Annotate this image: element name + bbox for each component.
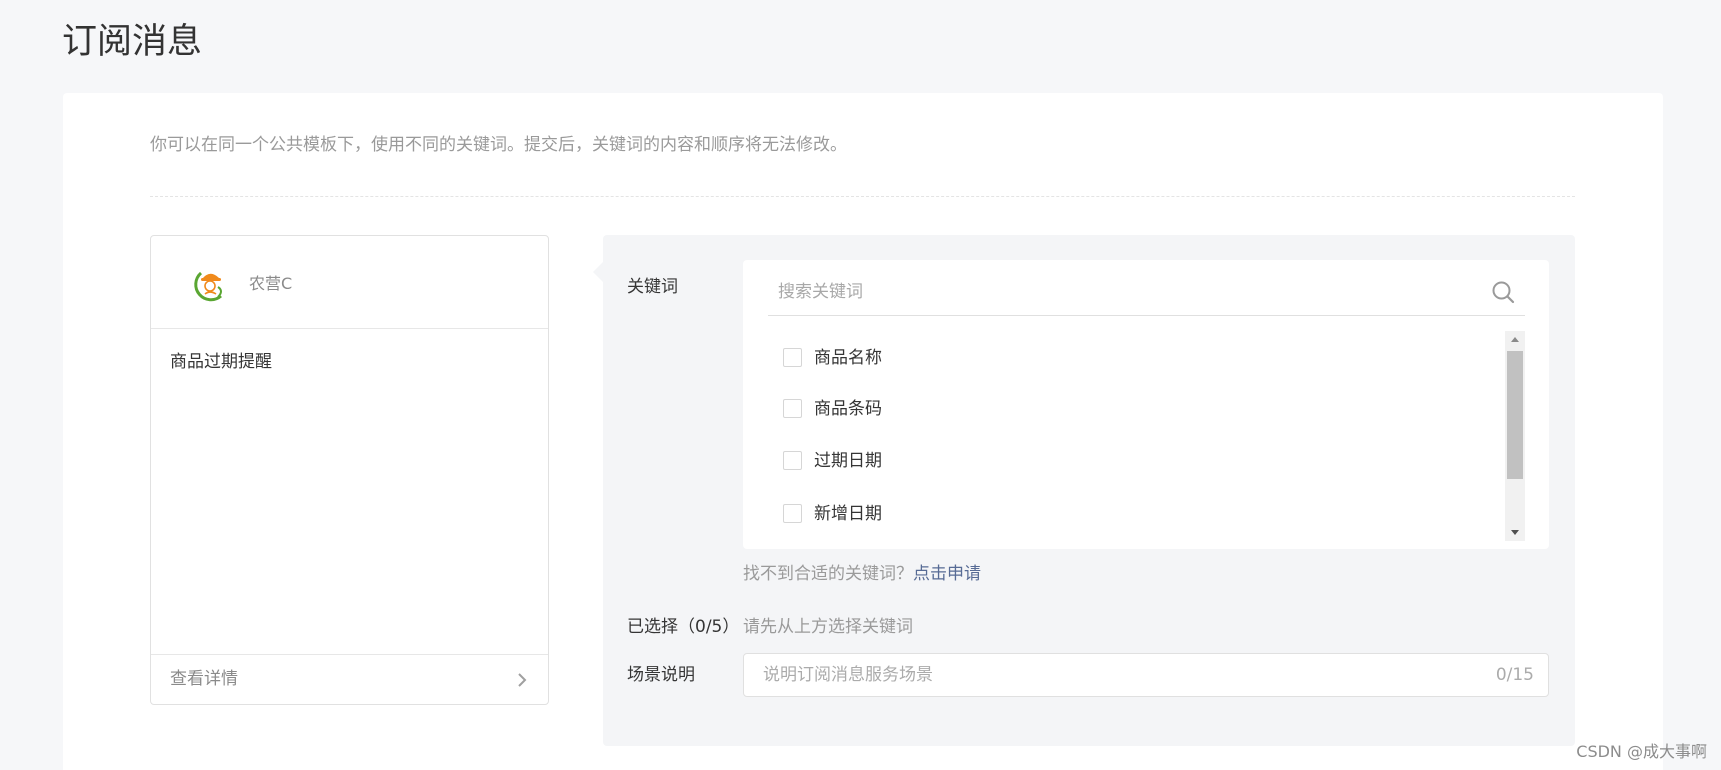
- panel-pointer: [593, 262, 603, 282]
- page-title: 订阅消息: [62, 22, 203, 62]
- scene-char-counter: 0/15: [1495, 665, 1534, 685]
- intro-text: 你可以在同一个公共模板下，使用不同的关键词。提交后，关键词的内容和顺序将无法修改…: [150, 135, 847, 155]
- keyword-option-label: 新增日期: [814, 504, 882, 524]
- keyword-field-label: 关键词: [627, 277, 678, 297]
- keyword-checkbox[interactable]: [783, 399, 802, 418]
- keyword-option-label: 过期日期: [814, 451, 882, 471]
- keyword-list-scrollbar[interactable]: [1505, 331, 1525, 541]
- keyword-checkbox[interactable]: [783, 504, 802, 523]
- keyword-option-label: 商品名称: [814, 348, 882, 368]
- watermark: CSDN @成大事啊: [1576, 742, 1707, 761]
- keyword-option-label: 商品条码: [814, 399, 882, 419]
- keyword-option[interactable]: 商品名称: [783, 344, 1483, 372]
- app-logo-icon: [194, 271, 222, 302]
- view-details-label: 查看详情: [170, 669, 238, 689]
- selected-count-label: 已选择（0/5）: [627, 617, 740, 637]
- keyword-option[interactable]: 新增日期: [783, 500, 1483, 528]
- selected-hint: 请先从上方选择关键词: [743, 617, 913, 637]
- app-name: 农营C: [249, 274, 293, 293]
- keyword-help: 找不到合适的关键词？点击申请: [743, 562, 981, 586]
- subscription-card: 你可以在同一个公共模板下，使用不同的关键词。提交后，关键词的内容和顺序将无法修改…: [63, 93, 1663, 770]
- dashed-divider: [150, 196, 1575, 197]
- scrollbar-thumb[interactable]: [1507, 351, 1523, 479]
- scroll-down-arrow-icon[interactable]: [1505, 523, 1525, 541]
- template-title: 商品过期提醒: [170, 352, 272, 372]
- keyword-config-panel: 关键词 商品名称 商品条码 过期日期: [593, 235, 1575, 746]
- keyword-checkbox[interactable]: [783, 451, 802, 470]
- preview-header: 农营C: [151, 236, 548, 329]
- keyword-search: [768, 268, 1525, 316]
- keyword-option[interactable]: 商品条码: [783, 395, 1483, 423]
- scene-description-input[interactable]: [763, 662, 1443, 688]
- scene-description-field: 0/15: [743, 653, 1549, 697]
- chevron-right-icon: [518, 673, 527, 687]
- keyword-selector: 商品名称 商品条码 过期日期 新增日期: [743, 260, 1549, 549]
- scroll-up-arrow-icon[interactable]: [1505, 331, 1525, 349]
- keyword-help-text: 找不到合适的关键词？: [743, 564, 913, 584]
- view-details-link[interactable]: 查看详情: [151, 654, 548, 704]
- keyword-checkbox[interactable]: [783, 348, 802, 367]
- keyword-search-input[interactable]: [778, 278, 1458, 306]
- keyword-option[interactable]: 过期日期: [783, 447, 1483, 475]
- apply-keyword-link[interactable]: 点击申请: [913, 564, 981, 584]
- message-preview-card: 农营C 商品过期提醒 查看详情: [150, 235, 549, 705]
- scene-field-label: 场景说明: [627, 665, 695, 685]
- search-icon[interactable]: [1491, 280, 1515, 304]
